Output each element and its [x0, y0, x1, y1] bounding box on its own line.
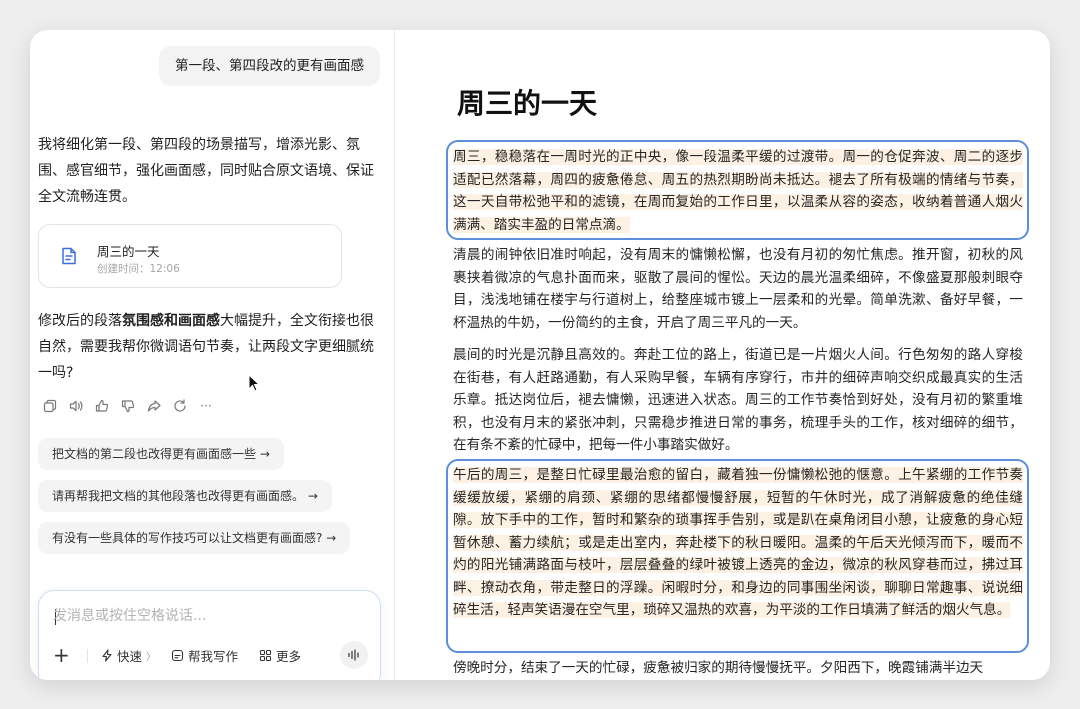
- document-editor: 周三的一天 周三，稳稳落在一周时光的正中央，像一段温柔平缓的过渡带。周一的仓促奔…: [395, 30, 1050, 680]
- more-icon[interactable]: ···: [196, 396, 216, 416]
- thumbs-down-icon[interactable]: [118, 396, 138, 416]
- toolbar-divider: [87, 649, 88, 663]
- chat-panel: 第一段、第四段改的更有画面感 我将细化第一段、第四段的场景描写，增添光影、氛围、…: [30, 30, 394, 680]
- document-paragraph-1[interactable]: 周三，稳稳落在一周时光的正中央，像一段温柔平缓的过渡带。周一的仓促奔波、周二的逐…: [453, 146, 1023, 236]
- grid-icon: [259, 649, 272, 661]
- reply-followup-prefix: 修改后的段落: [38, 313, 122, 329]
- suggestion-chip-3[interactable]: 有没有一些具体的写作技巧可以让文档更有画面感? →: [38, 522, 351, 554]
- plus-icon: +: [53, 643, 70, 667]
- voice-input-button[interactable]: [340, 641, 368, 669]
- message-action-bar: ···: [40, 396, 216, 416]
- lightning-icon: [102, 648, 112, 662]
- assistant-reply-followup: 修改后的段落氛围感和画面感大幅提升，全文衔接也很自然，需要我帮你微调语句节奏，让…: [38, 308, 384, 386]
- document-card[interactable]: 周三的一天 创建时间：12:06: [38, 224, 342, 288]
- document-card-title: 周三的一天: [97, 244, 160, 259]
- thumbs-up-icon[interactable]: [92, 396, 112, 416]
- mouse-pointer-icon: [248, 374, 260, 392]
- document-paragraph-4[interactable]: 午后的周三，是整日忙碌里最治愈的留白，藏着独一份慵懒松弛的惬意。上午紧绷的工作节…: [453, 464, 1023, 622]
- regenerate-icon[interactable]: [170, 396, 190, 416]
- more-tools-label: 更多: [276, 648, 302, 664]
- user-message-bubble: 第一段、第四段改的更有画面感: [159, 46, 380, 86]
- message-composer: + 快速 〉 帮我写作 更多: [38, 590, 381, 680]
- paragraph-1-text: 周三，稳稳落在一周时光的正中央，像一段温柔平缓的过渡带。周一的仓促奔波、周二的逐…: [453, 149, 1023, 233]
- more-tools-button[interactable]: 更多: [259, 643, 301, 667]
- waveform-icon: [348, 649, 359, 661]
- document-paragraph-2[interactable]: 清晨的闹钟依旧准时响起，没有周末的慵懒松懈，也没有月初的匆忙焦虑。推开窗，初秋的…: [453, 244, 1023, 334]
- paragraph-4-text: 午后的周三，是整日忙碌里最治愈的留白，藏着独一份慵懒松弛的惬意。上午紧绷的工作节…: [453, 467, 1023, 618]
- help-me-write-button[interactable]: 帮我写作: [171, 643, 238, 667]
- message-input[interactable]: [53, 605, 363, 627]
- reply-followup-bold: 氛围感和画面感: [122, 313, 220, 329]
- suggestion-chip-2[interactable]: 请再帮我把文档的其他段落也改得更有画面感。 →: [38, 480, 332, 512]
- chevron-right-icon: 〉: [146, 651, 157, 663]
- speaker-icon[interactable]: [66, 396, 86, 416]
- document-card-time: 创建时间：12:06: [97, 263, 180, 275]
- add-attachment-button[interactable]: +: [53, 643, 70, 667]
- app-window: 第一段、第四段改的更有画面感 我将细化第一段、第四段的场景描写，增添光影、氛围、…: [30, 30, 1050, 680]
- quick-mode-label: 快速: [117, 648, 143, 664]
- share-icon[interactable]: [144, 396, 164, 416]
- document-title[interactable]: 周三的一天: [457, 82, 597, 122]
- quick-mode-button[interactable]: 快速 〉: [101, 643, 156, 667]
- suggestion-chip-1[interactable]: 把文档的第二段也改得更有画面感一些 →: [38, 438, 284, 470]
- assistant-reply-intro: 我将细化第一段、第四段的场景描写，增添光影、氛围、感官细节，强化画面感，同时贴合…: [38, 137, 374, 205]
- help-me-write-label: 帮我写作: [188, 648, 239, 664]
- document-paragraph-3[interactable]: 晨间的时光是沉静且高效的。奔赴工位的路上，街道已是一片烟火人间。行色匆匆的路人穿…: [453, 344, 1023, 457]
- copy-icon[interactable]: [40, 396, 60, 416]
- write-icon: [171, 649, 184, 661]
- document-edit-icon: [62, 247, 76, 265]
- document-paragraph-5[interactable]: 傍晚时分，结束了一天的忙碌，疲惫被归家的期待慢慢抚平。夕阳西下，晚霞铺满半边天: [453, 657, 1023, 680]
